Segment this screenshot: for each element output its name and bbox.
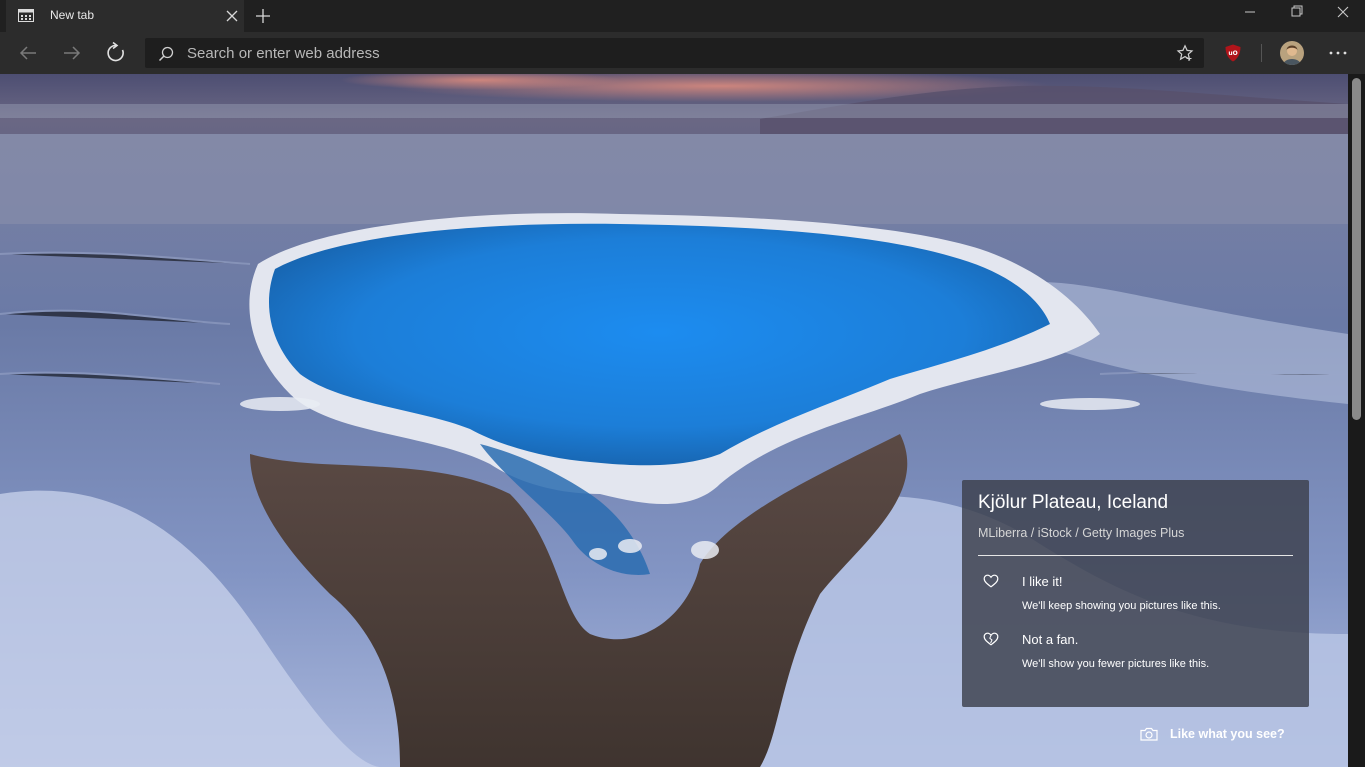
camera-icon	[1140, 727, 1158, 741]
toolbar	[0, 32, 1365, 74]
like-what-you-see-label: Like what you see?	[1170, 727, 1285, 741]
refresh-icon[interactable]	[104, 41, 128, 65]
star-outline-icon[interactable]	[1176, 44, 1194, 62]
scrollbar[interactable]	[1348, 74, 1365, 767]
toolbar-separator	[1261, 44, 1262, 62]
broken-heart-icon	[983, 632, 999, 646]
like-option[interactable]: I like it! We'll keep showing you pictur…	[978, 572, 1298, 618]
search-icon	[158, 46, 174, 62]
dislike-description: We'll show you fewer pictures like this.	[1022, 658, 1210, 670]
card-divider	[978, 555, 1293, 556]
window-close-icon[interactable]	[1323, 2, 1363, 22]
address-input[interactable]	[187, 42, 1147, 64]
new-tab-plus-icon[interactable]	[253, 6, 273, 26]
image-location-title: Kjölur Plateau, Iceland	[978, 492, 1169, 513]
dislike-label: Not a fan.	[1022, 632, 1079, 647]
minimize-icon[interactable]	[1230, 2, 1270, 22]
more-horizontal-icon[interactable]	[1326, 44, 1350, 62]
profile-avatar[interactable]	[1280, 41, 1304, 65]
tab-new-tab[interactable]: New tab	[6, 0, 244, 32]
restore-icon[interactable]	[1276, 2, 1316, 22]
image-info-card: Kjölur Plateau, Iceland MLiberra / iStoc…	[962, 480, 1309, 707]
newtab-page-icon	[18, 9, 34, 22]
arrow-left-icon[interactable]	[16, 41, 40, 65]
svg-text:uO: uO	[1228, 50, 1237, 57]
tab-title: New tab	[50, 8, 95, 22]
close-icon[interactable]	[225, 9, 239, 23]
like-what-you-see-button[interactable]: Like what you see?	[1140, 725, 1290, 745]
arrow-right-icon[interactable]	[60, 41, 84, 65]
address-bar[interactable]	[145, 38, 1204, 68]
scrollbar-thumb[interactable]	[1352, 78, 1361, 420]
like-description: We'll keep showing you pictures like thi…	[1022, 600, 1221, 612]
heart-icon	[983, 574, 999, 588]
image-credit: MLiberra / iStock / Getty Images Plus	[978, 526, 1185, 540]
like-label: I like it!	[1022, 574, 1063, 589]
ublock-origin-icon[interactable]: uO	[1225, 44, 1241, 62]
tab-strip: New tab	[0, 0, 1365, 32]
dislike-option[interactable]: Not a fan. We'll show you fewer pictures…	[978, 630, 1298, 676]
